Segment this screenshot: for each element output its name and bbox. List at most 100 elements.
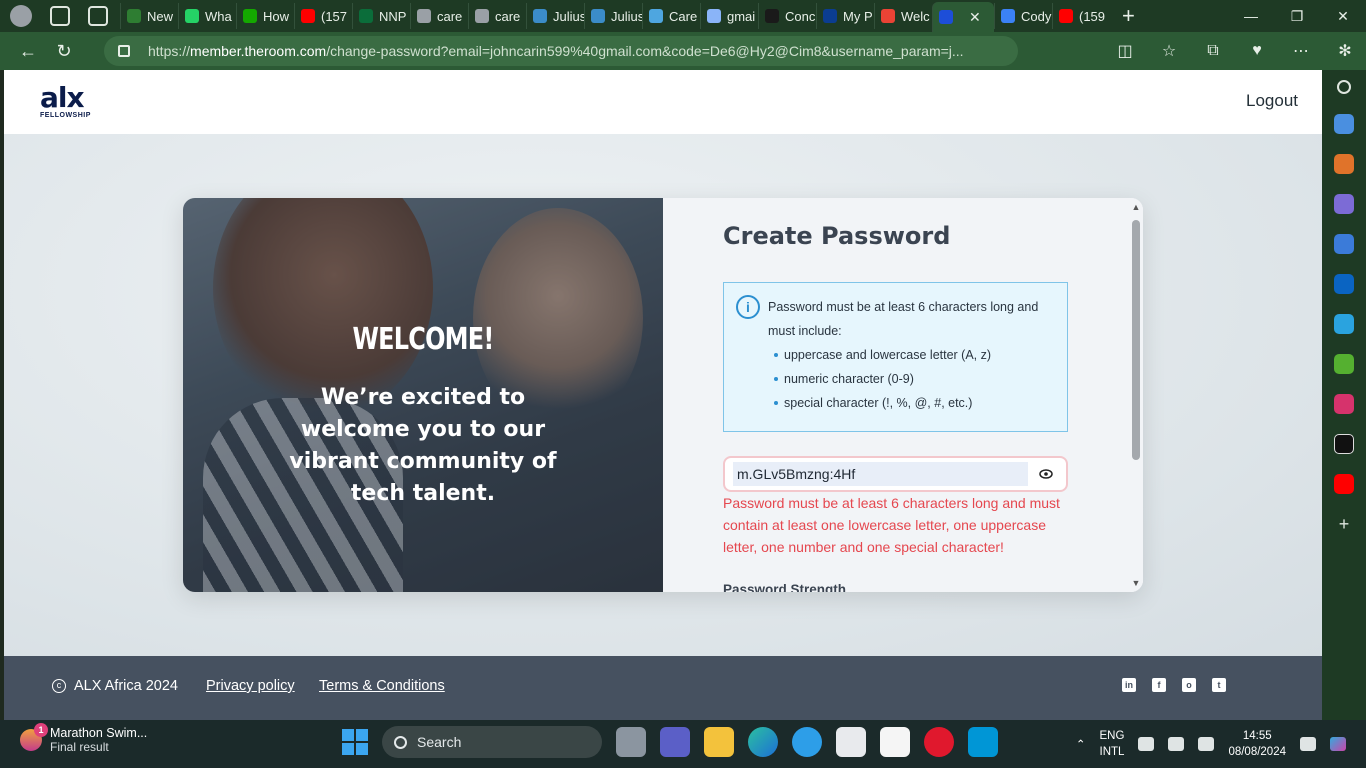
opera-icon[interactable] [924,727,954,757]
store-icon[interactable] [836,727,866,757]
tab-label: gmai [727,8,756,24]
browser-tab[interactable]: Julius [584,3,642,29]
outlook-icon[interactable] [1334,274,1354,294]
more-menu-icon[interactable]: ⋯ [1286,36,1316,66]
browser-tab[interactable]: Conc [758,3,816,29]
tab-label: Julius [553,8,584,24]
browser-tab[interactable]: My P [816,3,874,29]
workspaces-icon[interactable] [50,6,70,26]
instagram-icon[interactable]: o [1182,678,1196,692]
scroll-down-icon[interactable]: ▼ [1131,578,1141,588]
tools-icon[interactable] [1334,154,1354,174]
password-value[interactable]: m.GLv5Bmzng:4Hf [733,462,1028,486]
browser-tab[interactable]: care [410,3,468,29]
tab-favicon-icon [417,9,431,23]
health-icon[interactable]: ♥ [1242,36,1272,66]
capcut-icon[interactable] [880,727,910,757]
task-view-icon[interactable] [616,727,646,757]
split-screen-icon[interactable]: ◫ [1110,36,1140,66]
url-bar[interactable]: https://member.theroom.com/change-passwo… [104,36,1018,66]
browser-tab[interactable]: Cody [994,3,1052,29]
requirement-item: special character (!, %, @, #, etc.) [774,391,1055,415]
form-scrollbar[interactable]: ▲ ▼ [1129,198,1143,592]
favorites-icon[interactable]: ☆ [1154,36,1184,66]
clock[interactable]: 14:55 08/08/2024 [1228,728,1286,760]
youtube-icon[interactable] [1334,474,1354,494]
start-button[interactable] [342,729,368,755]
browser-tab[interactable]: ✕ [932,2,994,32]
minimize-button[interactable]: — [1228,0,1274,32]
wifi-icon[interactable] [1138,737,1155,751]
requirements-intro: Password must be at least 6 characters l… [768,300,1039,338]
new-tab-button[interactable]: + [1122,3,1135,29]
password-input[interactable]: m.GLv5Bmzng:4Hf [723,456,1068,492]
volume-icon[interactable] [1168,737,1185,751]
close-tab-icon[interactable]: ✕ [969,9,981,26]
restore-button[interactable]: ❐ [1274,0,1320,32]
shopping-icon[interactable] [1334,114,1354,134]
browser-tab[interactable]: Care [642,3,700,29]
alx-logo[interactable]: alx FELLOWSHIP [40,84,91,120]
scroll-up-icon[interactable]: ▲ [1131,202,1141,212]
tree-icon[interactable] [1334,354,1354,374]
profile-avatar[interactable] [10,5,32,27]
tab-label: NNP [379,8,407,24]
tab-label: Care [669,8,698,24]
copyright: c ALX Africa 2024 [52,678,178,694]
chevron-up-icon[interactable]: ⌃ [1076,737,1086,751]
widget-notification[interactable]: 1 Marathon Swim... Final result [20,723,147,754]
browser-tab[interactable]: (157 [294,3,352,29]
tab-favicon-icon [359,9,373,23]
logout-link[interactable]: Logout [1246,91,1298,111]
eye-icon[interactable] [1034,462,1058,486]
tab-label: Welc [901,8,930,24]
browser-tab[interactable]: How [236,3,294,29]
browser-tab[interactable]: gmai [700,3,758,29]
copilot-icon[interactable]: ✻ [1330,36,1360,66]
tab-label: Wha [205,8,232,24]
tab-favicon-icon [649,9,663,23]
tab-actions-icon[interactable] [88,6,108,26]
browser-tab-strip: New Wha How (157 NNP care care Julius Julius Care… [0,0,1366,32]
tab-favicon-icon [533,9,547,23]
back-button[interactable]: ← [10,35,46,67]
language-indicator[interactable]: ENG INTL [1100,728,1125,760]
browser-tab[interactable]: New [120,3,178,29]
browser-tab[interactable]: NNP [352,3,410,29]
scrollbar-thumb[interactable] [1132,220,1140,460]
teams-icon[interactable] [660,727,690,757]
notification-bell-icon[interactable] [1300,737,1316,751]
close-window-button[interactable]: ✕ [1320,0,1366,32]
browser-tab[interactable]: Wha [178,3,236,29]
browser-tab[interactable]: Welc [874,3,932,29]
copilot-taskbar-icon[interactable] [1330,737,1346,751]
browser-tab[interactable]: Julius [526,3,584,29]
site-footer: c ALX Africa 2024 Privacy policy Terms &… [4,656,1322,720]
instagram-sidebar-icon[interactable] [1334,394,1354,414]
facebook-icon[interactable]: f [1152,678,1166,692]
edge-icon[interactable] [748,727,778,757]
hp-icon[interactable] [968,727,998,757]
x-icon[interactable] [1334,434,1354,454]
windows-taskbar: 1 Marathon Swim... Final result Search ⌃… [0,720,1366,768]
file-explorer-icon[interactable] [704,727,734,757]
browser-tab[interactable]: care [468,3,526,29]
refresh-button[interactable]: ↻ [46,35,82,67]
linkedin-icon[interactable]: in [1122,678,1136,692]
welcome-heading: WELCOME! [352,322,495,357]
collections-icon[interactable]: ⧉ [1198,36,1228,66]
terms-link[interactable]: Terms & Conditions [319,678,445,694]
taskbar-search[interactable]: Search [382,726,602,758]
battery-icon[interactable] [1198,737,1215,751]
copyright-icon: c [52,679,66,693]
notification-subtitle: Final result [50,740,109,754]
twitter-icon[interactable]: t [1212,678,1226,692]
browser-tab[interactable]: (159 [1052,3,1110,29]
privacy-policy-link[interactable]: Privacy policy [206,678,295,694]
add-sidebar-icon[interactable]: + [1334,514,1354,534]
games-icon[interactable] [1334,194,1354,214]
help-icon[interactable] [792,727,822,757]
telegram-icon[interactable] [1334,314,1354,334]
search-icon[interactable] [1337,80,1351,94]
copilot-sidebar-icon[interactable] [1334,234,1354,254]
